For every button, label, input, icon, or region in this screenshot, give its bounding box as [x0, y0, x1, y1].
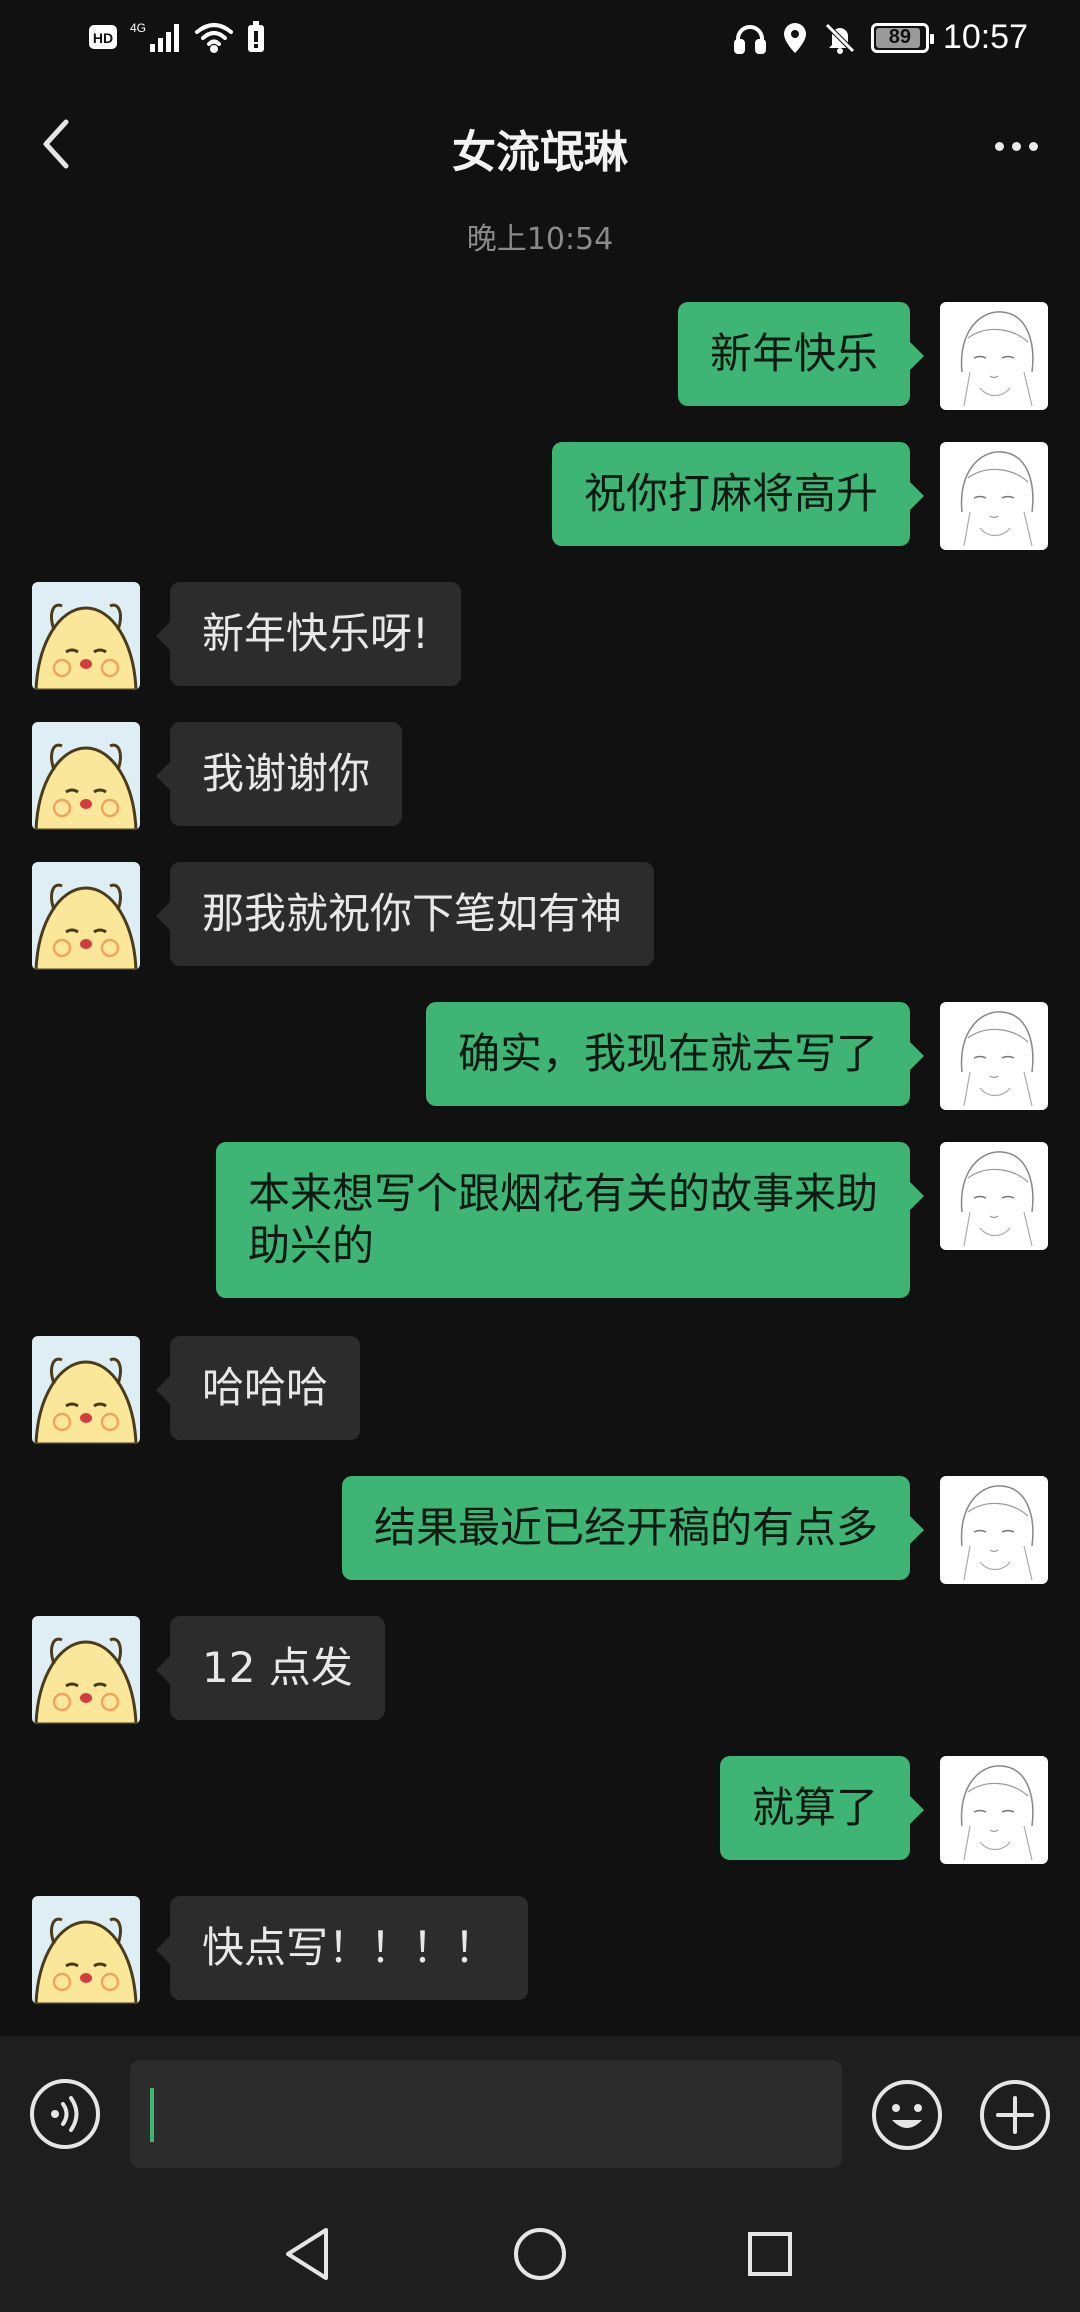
my-avatar[interactable] [940, 442, 1048, 550]
signal-4g-icon: 4G [130, 20, 182, 54]
message-input[interactable] [130, 2060, 842, 2168]
battery-saver-icon [246, 20, 266, 54]
contact-avatar[interactable] [32, 582, 140, 690]
message-bubble[interactable]: 哈哈哈 [155, 1336, 361, 1440]
status-right: 89 10:57 [733, 18, 1028, 57]
incoming-message: 哈哈哈 [0, 1336, 1080, 1444]
incoming-message: 12 点发 [0, 1616, 1080, 1724]
message-bubble[interactable]: 就算了 [719, 1756, 925, 1860]
headphones-icon [733, 21, 767, 55]
outgoing-message: 结果最近已经开稿的有点多 [0, 1476, 1080, 1584]
battery-level: 89 [888, 26, 912, 48]
emoji-button[interactable] [870, 2078, 944, 2152]
message-bubble[interactable]: 新年快乐 [677, 302, 925, 406]
my-avatar[interactable] [940, 1142, 1048, 1250]
bell-muted-icon [823, 21, 857, 55]
more-button[interactable] [980, 120, 1052, 172]
message-bubble[interactable]: 快点写！！！！ [155, 1896, 529, 2000]
more-actions-button[interactable] [978, 2078, 1052, 2152]
incoming-message: 快点写！！！！ [0, 1896, 1080, 2004]
outgoing-message: 本来想写个跟烟花有关的故事来助 助兴的 [0, 1142, 1080, 1304]
contact-avatar[interactable] [32, 722, 140, 830]
nav-recents-icon [748, 2232, 792, 2276]
contact-avatar[interactable] [32, 1336, 140, 1444]
my-avatar[interactable] [940, 302, 1048, 410]
my-avatar[interactable] [940, 1756, 1048, 1864]
chat-title: 女流氓琳 [452, 127, 628, 178]
nav-home-icon [514, 2228, 566, 2280]
contact-avatar[interactable] [32, 862, 140, 970]
wifi-icon [194, 20, 234, 54]
status-bar: HD 4G 89 10:57 [0, 0, 1080, 80]
message-bubble[interactable]: 我谢谢你 [155, 722, 403, 826]
chat-screen: HD 4G 89 10:57 女流氓琳 晚上10:54 新年快乐 祝你打麻将高升… [0, 0, 1080, 2312]
more-dot [1028, 141, 1038, 151]
my-avatar[interactable] [940, 1476, 1048, 1584]
incoming-message: 我谢谢你 [0, 722, 1080, 830]
voice-input-icon [30, 2079, 100, 2149]
message-timestamp: 晚上10:54 [466, 222, 614, 257]
status-left: HD 4G [88, 20, 266, 54]
outgoing-message: 确实，我现在就去写了 [0, 1002, 1080, 1110]
contact-avatar[interactable] [32, 1616, 140, 1724]
voice-input-button[interactable] [28, 2077, 102, 2151]
more-dot [1011, 141, 1021, 151]
message-bubble[interactable]: 祝你打麻将高升 [551, 442, 925, 546]
incoming-message: 新年快乐呀! [0, 582, 1080, 690]
chat-header: 女流氓琳 [0, 92, 1080, 202]
plus-icon [980, 2080, 1050, 2150]
outgoing-message: 就算了 [0, 1756, 1080, 1864]
svg-text:4G: 4G [130, 21, 146, 35]
nav-back-button[interactable] [276, 2222, 340, 2286]
emoji-icon [872, 2080, 942, 2150]
incoming-message: 那我就祝你下笔如有神 [0, 862, 1080, 970]
outgoing-message: 祝你打麻将高升 [0, 442, 1080, 550]
nav-back-icon [286, 2228, 328, 2280]
hd-icon: HD [88, 22, 118, 52]
battery-indicator: 89 [870, 22, 934, 53]
message-bubble[interactable]: 那我就祝你下笔如有神 [155, 862, 655, 966]
status-clock: 10:57 [942, 18, 1028, 56]
location-icon [781, 21, 809, 55]
message-bubble[interactable]: 结果最近已经开稿的有点多 [341, 1476, 925, 1580]
contact-avatar[interactable] [32, 1896, 140, 2004]
outgoing-message: 新年快乐 [0, 302, 1080, 410]
system-nav-bar [0, 2196, 1080, 2312]
input-bar [0, 2036, 1080, 2196]
message-bubble[interactable]: 新年快乐呀! [156, 582, 461, 686]
nav-recents-button[interactable] [738, 2222, 802, 2286]
text-caret [150, 2088, 154, 2142]
svg-text:HD: HD [93, 30, 113, 46]
my-avatar[interactable] [940, 1002, 1048, 1110]
message-bubble[interactable]: 本来想写个跟烟花有关的故事来助 助兴的 [215, 1142, 925, 1298]
nav-home-button[interactable] [508, 2222, 572, 2286]
more-dots-icon [994, 141, 1004, 151]
message-bubble[interactable]: 12 点发 [156, 1616, 385, 1720]
message-bubble[interactable]: 确实，我现在就去写了 [425, 1002, 925, 1106]
